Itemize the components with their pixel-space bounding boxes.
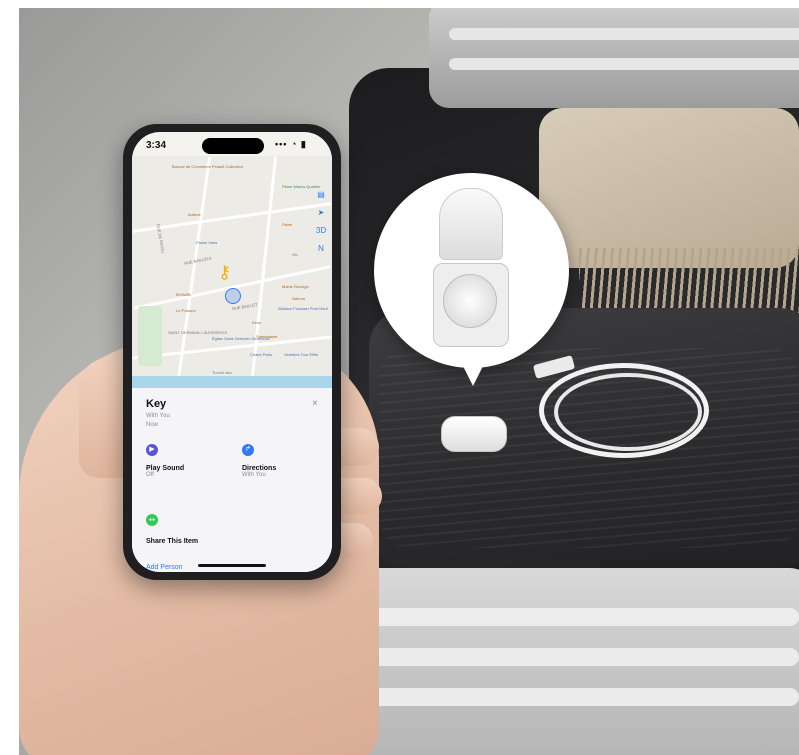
directions-status: With You: [242, 472, 266, 478]
map-poi[interactable]: Église Saint-Germain l'Auxerrois: [212, 336, 269, 341]
share-people-icon: ●●: [146, 514, 158, 526]
find-my-map[interactable]: Bourse de Commerce Pinault Collection Pl…: [132, 156, 332, 388]
map-river: [132, 376, 332, 388]
phone-screen: 3:34 ••• ◔ ▮ Bourse de Commerce Pinault …: [132, 132, 332, 572]
map-poi[interactable]: BOWAB: [176, 292, 191, 297]
play-sound-button[interactable]: ▶ Play Sound Off: [146, 444, 184, 478]
charging-cable-loop: [554, 373, 702, 451]
map-poi[interactable]: Mairie Rovulgo: [282, 284, 309, 289]
map-poi[interactable]: Nahom: [292, 296, 305, 301]
map-controls: ▤ ➤ 3D N: [312, 186, 330, 258]
dynamic-island: [202, 138, 264, 154]
item-status-with-you: With You: [146, 413, 170, 419]
street-label: SAINT GERMAIN L'AUXERROIS: [168, 330, 228, 335]
share-item-button[interactable]: ●●: [146, 514, 158, 526]
tracker-disc: [443, 274, 497, 328]
map-poi[interactable]: Le Poisson: [176, 308, 196, 313]
3d-toggle-button[interactable]: 3D: [312, 222, 330, 240]
status-icons: ••• ◔ ▮: [275, 139, 307, 149]
tracker-cap: [439, 188, 503, 260]
tracker-tag: [441, 416, 507, 452]
map-layers-icon[interactable]: ▤: [312, 186, 330, 204]
play-sound-status: Off: [146, 472, 154, 478]
suitcase-lid-rib: [449, 58, 799, 70]
item-title: Key: [146, 398, 167, 410]
map-poi[interactable]: Kenz: [252, 320, 261, 325]
suitcase-rib: [369, 648, 799, 666]
home-indicator: [198, 564, 266, 567]
directions-button[interactable]: ↱ Directions With You: [242, 444, 276, 478]
play-sound-label: Play Sound: [146, 465, 185, 472]
suitcase-rib: [369, 688, 799, 706]
beige-towel: [539, 108, 799, 268]
directions-label: Directions: [242, 465, 277, 472]
map-building-block: [138, 306, 162, 366]
street-label: Tunnel des: [212, 370, 232, 375]
share-item-label: Share This Item: [146, 538, 199, 545]
item-status-time: Now: [146, 422, 159, 428]
item-status: With You Now: [146, 412, 170, 430]
close-icon[interactable]: ×: [312, 398, 318, 409]
play-icon: ▶: [146, 444, 158, 456]
suitcase-lid-rib: [449, 28, 799, 40]
status-time: 3:34: [146, 140, 167, 151]
compass-icon[interactable]: N: [312, 240, 330, 258]
callout-pointer: [459, 358, 487, 386]
map-poi[interactable]: Aufeva: [188, 212, 200, 217]
photo-scene: 3:34 ••• ◔ ▮ Bourse de Commerce Pinault …: [19, 8, 799, 755]
key-location-pin-icon[interactable]: ⚷: [218, 262, 231, 283]
map-poi[interactable]: Vio: [292, 252, 298, 257]
map-poi[interactable]: Bourse de Commerce Pinault Collection: [172, 164, 243, 169]
suitcase-rib: [369, 608, 799, 626]
street-label: RUE BAILLEUL: [183, 255, 213, 266]
map-poi[interactable]: Vedettes Tour Eiffel: [284, 352, 318, 357]
directions-icon: ↱: [242, 444, 254, 456]
map-street: [132, 202, 332, 233]
status-bar: 3:34 ••• ◔ ▮: [132, 132, 332, 156]
map-poi[interactable]: Chalet Paris: [250, 352, 272, 357]
add-person-link[interactable]: Add Person: [146, 564, 183, 571]
current-location-icon: [225, 288, 241, 304]
item-detail-sheet: Key With You Now × ▶ Play Sound Off ↱ Di…: [132, 388, 332, 572]
map-poi[interactable]: Pavet: [282, 222, 292, 227]
locate-me-icon[interactable]: ➤: [312, 204, 330, 222]
map-poi[interactable]: Paniol Vues: [196, 240, 217, 245]
map-poi[interactable]: Wallace Fountain Pont Neuf: [278, 306, 328, 311]
